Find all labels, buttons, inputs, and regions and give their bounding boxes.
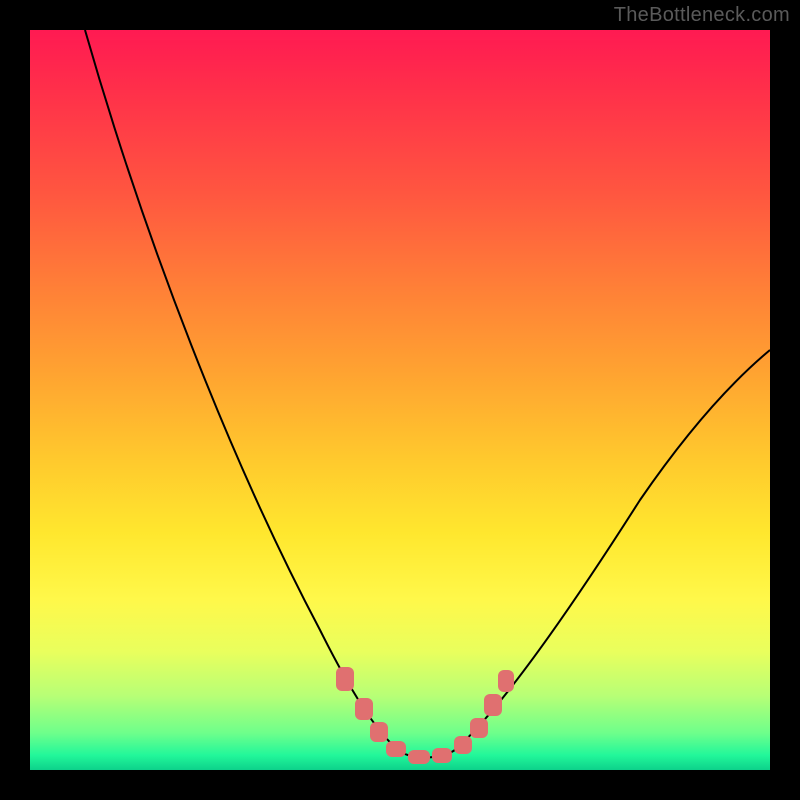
curve-left [85, 30, 398, 750]
watermark-text: TheBottleneck.com [614, 4, 790, 27]
chart-frame: TheBottleneck.com [0, 0, 800, 800]
plot-area [30, 30, 770, 770]
bottleneck-curve [30, 30, 770, 770]
